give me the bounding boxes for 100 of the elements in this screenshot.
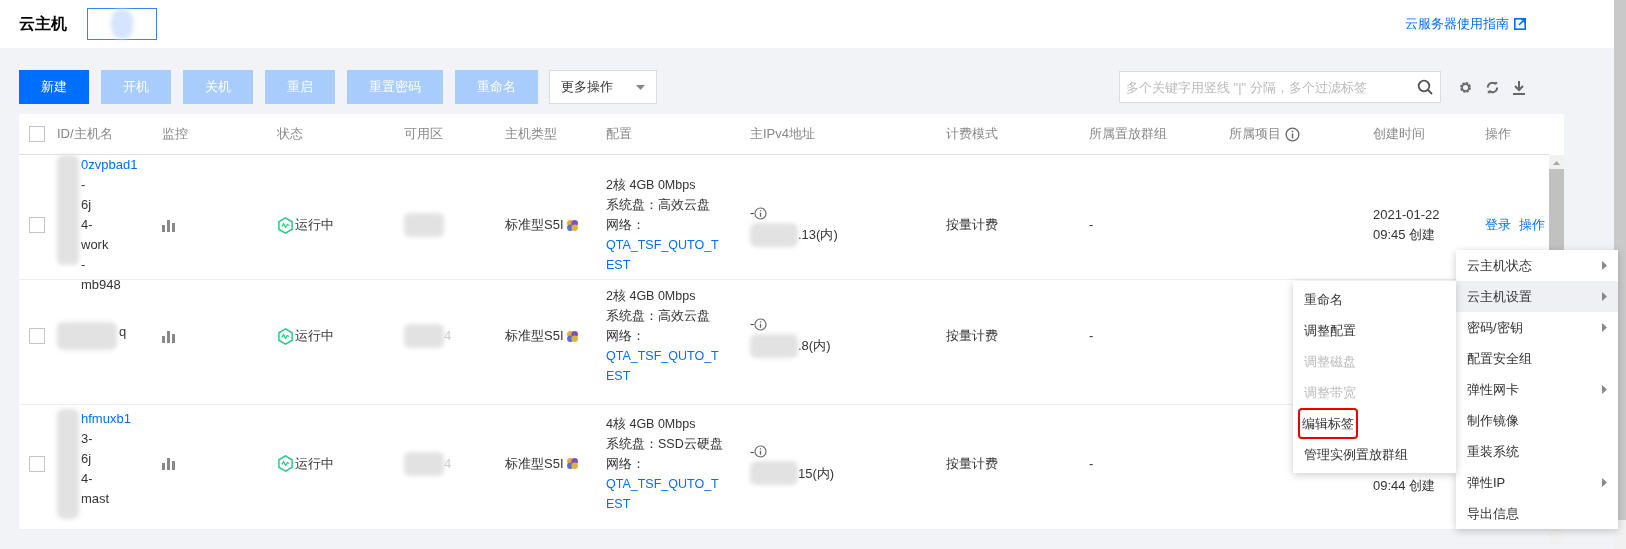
info-icon xyxy=(754,445,768,458)
instance-name-fragment: 6j xyxy=(81,449,93,468)
instance-name-fragment: 4- xyxy=(81,469,94,488)
column-header: 状态 xyxy=(277,125,303,144)
instance-name-fragment: work xyxy=(81,236,110,254)
redaction-blur xyxy=(750,333,798,358)
submenu-arrow-icon xyxy=(1602,323,1607,332)
column-header: 配置 xyxy=(606,125,632,144)
column-header: 操作 xyxy=(1485,125,1511,144)
billing-mode: 按量计费 xyxy=(946,216,999,235)
menu-item[interactable]: 弹性IP xyxy=(1456,467,1618,498)
refresh-icon[interactable] xyxy=(1485,79,1500,95)
action-link[interactable]: 操作 xyxy=(1519,215,1545,235)
page-title: 云主机 xyxy=(19,14,67,34)
menu-item[interactable]: 重装系统 xyxy=(1456,436,1618,467)
instance-type: 标准型S5I xyxy=(505,216,564,235)
menu-item[interactable]: 制作镜像 xyxy=(1456,405,1618,436)
more-actions-dropdown[interactable]: 更多操作 xyxy=(549,70,657,104)
guide-link[interactable]: 云服务器使用指南 xyxy=(1405,14,1526,34)
instance-name-fragment: 4- xyxy=(81,216,94,234)
instance-name-fragment: mast xyxy=(81,489,111,508)
menu-item[interactable]: 管理实例置放群组 xyxy=(1293,439,1456,470)
network-link[interactable]: QTA_TSF_QUTO_TEST xyxy=(606,235,724,275)
instance-name-fragment: q xyxy=(119,323,127,341)
created-time: 2021-01-22 xyxy=(1373,206,1440,224)
ip-prefix: - xyxy=(750,204,755,223)
instance-name-fragment: - xyxy=(81,176,87,194)
config-text: 网络： xyxy=(606,455,646,473)
caret-icon xyxy=(636,84,645,90)
redaction-blur xyxy=(404,213,444,237)
column-header: 主机类型 xyxy=(505,125,557,144)
ip-prefix: - xyxy=(750,315,755,334)
redaction-blur xyxy=(57,322,117,350)
submenu-arrow-icon xyxy=(1602,478,1607,487)
menu-item[interactable]: 调整配置 xyxy=(1293,315,1456,346)
instance-name-fragment: 3- xyxy=(81,429,94,448)
config-text: 系统盘：高效云盘 xyxy=(606,197,711,214)
column-header: 所属置放群组 xyxy=(1089,125,1167,144)
running-status-icon xyxy=(277,455,294,472)
column-header: 计费模式 xyxy=(946,125,998,144)
info-icon xyxy=(754,317,768,331)
column-header: 所属项目 xyxy=(1229,125,1281,144)
gem-icon xyxy=(565,329,579,343)
column-header: 主IPv4地址 xyxy=(750,125,815,144)
menu-item[interactable]: 云主机设置 xyxy=(1456,281,1618,312)
config-text: 2核 4GB 0Mbps xyxy=(606,177,697,194)
status-text: 运行中 xyxy=(295,327,334,346)
menu-item[interactable]: 密码/密钥 xyxy=(1456,312,1618,343)
network-link[interactable]: QTA_TSF_QUTO_TEST xyxy=(606,346,724,386)
menu-item[interactable]: 重命名 xyxy=(1293,284,1456,315)
gem-icon xyxy=(565,218,579,232)
instance-id-link[interactable]: hfmuxb1 xyxy=(81,408,131,429)
submenu-arrow-icon xyxy=(1602,261,1607,270)
billing-mode: 按量计费 xyxy=(946,327,999,346)
menu-item[interactable]: 导出信息 xyxy=(1456,498,1618,529)
bar-chart-icon[interactable] xyxy=(162,457,176,470)
redaction-blur xyxy=(404,451,444,476)
ip-address: .13(内) xyxy=(798,226,838,244)
checkbox[interactable] xyxy=(29,217,45,233)
ip-address: 15(内) xyxy=(798,464,835,483)
created-time: 09:44 创建 xyxy=(1373,477,1436,495)
checkbox[interactable] xyxy=(29,328,45,344)
submenu-arrow-icon xyxy=(1602,385,1607,394)
external-link-icon xyxy=(1514,18,1526,30)
column-header: 可用区 xyxy=(404,125,443,144)
download-icon[interactable] xyxy=(1512,79,1526,95)
config-text: 2核 4GB 0Mbps xyxy=(606,288,697,305)
status-text: 运行中 xyxy=(295,454,334,473)
search-icon[interactable] xyxy=(1417,79,1433,95)
ip-address: .8(内) xyxy=(798,337,831,355)
config-text: 4核 4GB 0Mbps xyxy=(606,415,697,433)
running-status-icon xyxy=(277,216,294,234)
checkbox[interactable] xyxy=(29,126,45,142)
column-header: 监控 xyxy=(162,125,188,144)
bar-chart-icon[interactable] xyxy=(162,329,176,343)
redaction-blur xyxy=(404,324,444,348)
bar-chart-icon[interactable] xyxy=(162,218,176,232)
network-link[interactable]: QTA_TSF_QUTO_TEST xyxy=(606,473,724,514)
toolbar-button[interactable]: 新建 xyxy=(19,70,89,104)
config-text: 网络： xyxy=(606,217,646,234)
redaction-blur xyxy=(87,8,157,40)
running-status-icon xyxy=(277,327,294,345)
search-field[interactable]: 多个关键字用竖线 "|" 分隔，多个过滤标签 xyxy=(1119,71,1441,103)
action-link[interactable]: 登录 xyxy=(1485,215,1511,235)
gem-icon xyxy=(565,457,579,470)
created-time: 09:45 创建 xyxy=(1373,226,1436,244)
menu-item[interactable]: 弹性网卡 xyxy=(1456,374,1618,405)
menu-item[interactable]: 云主机状态 xyxy=(1456,250,1618,281)
column-header: ID/主机名 xyxy=(57,125,113,144)
checkbox[interactable] xyxy=(29,455,45,472)
instance-id-link[interactable]: 0zvpbad1 xyxy=(81,155,138,175)
placement-group: - xyxy=(1089,326,1229,346)
instance-name-fragment: 6j xyxy=(81,196,93,214)
submenu-arrow-icon xyxy=(1602,292,1607,301)
settings-icon[interactable] xyxy=(1458,79,1473,95)
column-header: 创建时间 xyxy=(1373,125,1425,144)
redaction-blur xyxy=(750,461,798,486)
menu-item[interactable]: 编辑标签 xyxy=(1293,408,1456,439)
menu-item[interactable]: 配置安全组 xyxy=(1456,343,1618,374)
ip-prefix: - xyxy=(750,442,755,461)
